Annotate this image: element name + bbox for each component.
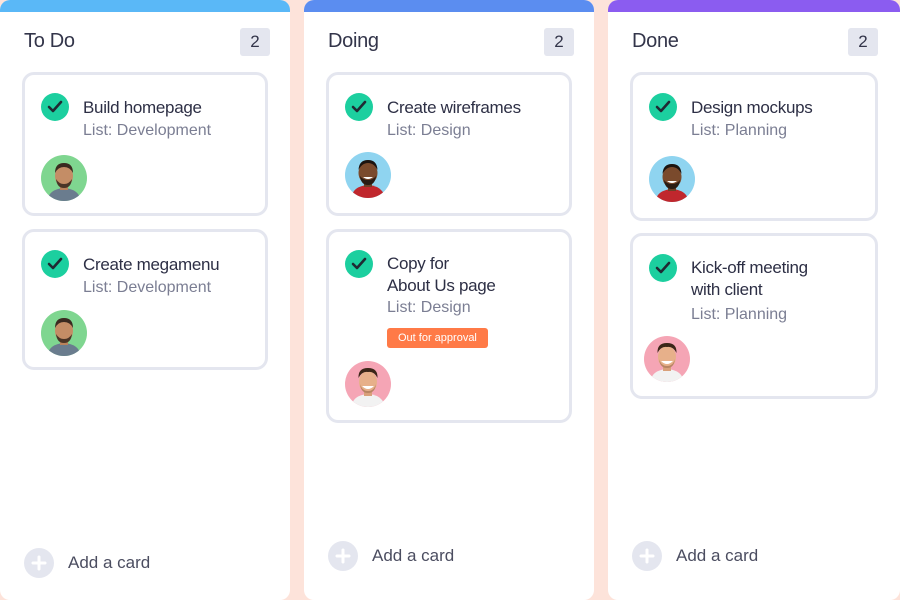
column-title: Done [632, 30, 679, 52]
check-circle-icon[interactable] [649, 254, 677, 282]
card-title: Design mockups [691, 98, 813, 117]
card-create-wireframes[interactable]: Create wireframes List: Design [326, 72, 572, 216]
add-card-label: Add a card [372, 546, 455, 565]
card-list-name: List: Design [387, 122, 471, 139]
card-list-name: List: Planning [691, 306, 788, 323]
card-list-name: List: Development [83, 279, 212, 296]
card-kick-off-meeting[interactable]: Kick-off meeting with client List: Plann… [630, 233, 878, 399]
card-create-megamenu[interactable]: Create megamenu List: Development [22, 229, 268, 370]
card-list-name: List: Planning [691, 122, 788, 139]
column-title: Doing [328, 30, 379, 52]
card-list-name: List: Design [387, 299, 471, 316]
column-todo: To Do 2 Build homepage List: Development [0, 0, 290, 600]
add-card-label: Add a card [68, 553, 151, 572]
column-card-count: 2 [240, 28, 270, 56]
column-title: To Do [24, 30, 75, 52]
column-card-count: 2 [544, 28, 574, 56]
avatar [345, 152, 391, 198]
column-done: Done 2 Design mockups List: Planning Kic… [608, 0, 900, 600]
kanban-board: To Do 2 Build homepage List: Development [0, 0, 900, 600]
plus-circle-icon[interactable] [632, 541, 662, 571]
add-card-label: Add a card [676, 546, 759, 565]
card-title: Copy for About Us page [387, 253, 559, 297]
avatar [41, 155, 87, 201]
plus-circle-icon[interactable] [328, 541, 358, 571]
card-title: Create wireframes [387, 98, 521, 117]
column-accent-bar [608, 0, 900, 12]
card-title-line: Kick-off meeting [691, 258, 808, 277]
card-title: Create megamenu [83, 255, 220, 274]
check-circle-icon[interactable] [345, 250, 373, 278]
card-title: Build homepage [83, 98, 202, 117]
column-doing: Doing 2 Create wireframes List: Design C… [304, 0, 594, 600]
status-badge: Out for approval [387, 328, 488, 348]
plus-circle-icon[interactable] [24, 548, 54, 578]
card-list-name: List: Development [83, 122, 212, 139]
card-title-line: Copy for [387, 254, 449, 273]
avatar [41, 310, 87, 356]
column-accent-bar [0, 0, 290, 12]
check-circle-icon[interactable] [345, 93, 373, 121]
check-circle-icon[interactable] [41, 93, 69, 121]
card-copy-for-about-us[interactable]: Copy for About Us page List: Design Out … [326, 229, 572, 423]
card-build-homepage[interactable]: Build homepage List: Development [22, 72, 268, 216]
card-title: Kick-off meeting with client [691, 257, 865, 301]
card-title-line: About Us page [387, 276, 496, 295]
card-title-line: with client [691, 280, 763, 299]
card-design-mockups[interactable]: Design mockups List: Planning [630, 72, 878, 221]
check-circle-icon[interactable] [41, 250, 69, 278]
avatar [644, 336, 690, 382]
column-card-count: 2 [848, 28, 878, 56]
avatar [345, 361, 391, 407]
avatar [649, 156, 695, 202]
column-accent-bar [304, 0, 594, 12]
check-circle-icon[interactable] [649, 93, 677, 121]
